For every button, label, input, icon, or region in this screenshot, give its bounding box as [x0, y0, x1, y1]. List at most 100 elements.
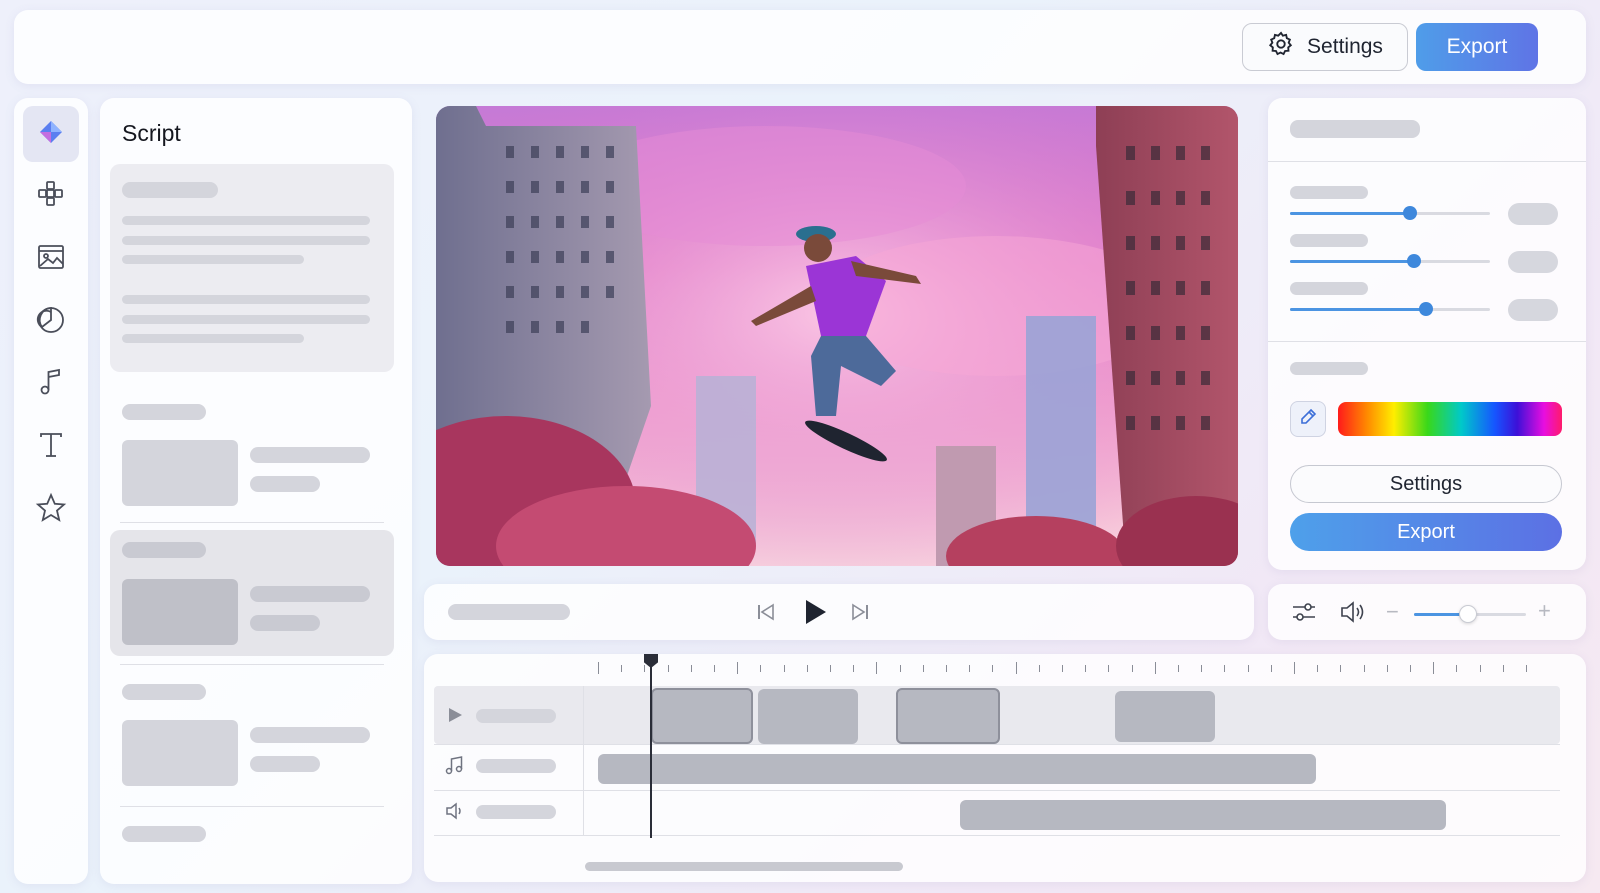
video-track-name-placeholder — [476, 709, 556, 723]
text-icon — [36, 430, 66, 465]
slider-1-knob[interactable] — [1403, 206, 1417, 220]
ruler-tick — [760, 665, 761, 672]
ruler-tick — [1294, 662, 1295, 674]
volume-icon[interactable] — [1338, 598, 1366, 631]
slider-1-fill — [1290, 212, 1410, 215]
audio-controls: − + — [1268, 584, 1586, 640]
ruler-tick — [621, 665, 622, 672]
media-icon — [36, 242, 66, 277]
slider-3-knob[interactable] — [1419, 302, 1433, 316]
divider — [434, 744, 1560, 745]
slider-label-placeholder — [1290, 282, 1368, 295]
ruler-tick — [1526, 665, 1527, 672]
script-panel-title: Script — [122, 120, 181, 146]
volume-icon[interactable] — [444, 800, 466, 827]
inspector-export-button[interactable]: Export — [1290, 513, 1562, 551]
eyedropper-button[interactable] — [1290, 401, 1326, 437]
video-clip[interactable] — [758, 689, 858, 744]
script-item-placeholder — [122, 826, 206, 842]
ruler-tick — [1456, 665, 1457, 672]
playhead-handle[interactable] — [644, 654, 658, 668]
inspector-title-placeholder — [1290, 120, 1420, 138]
ruler-tick — [1433, 662, 1434, 674]
divider — [434, 835, 1560, 836]
inspector-settings-button[interactable]: Settings — [1290, 465, 1562, 503]
rail-item-text[interactable] — [23, 419, 79, 475]
settings-button-label: Settings — [1307, 35, 1383, 58]
volume-decrease-icon[interactable]: − — [1386, 599, 1399, 625]
ruler-tick — [1178, 665, 1179, 672]
star-icon — [35, 492, 67, 529]
tool-rail — [14, 98, 88, 884]
volume-slider-knob[interactable] — [1459, 605, 1477, 623]
rail-item-layout[interactable] — [23, 168, 79, 224]
volume-increase-icon[interactable]: + — [1538, 598, 1551, 624]
divider — [1268, 341, 1586, 342]
timeline-scrollbar[interactable] — [585, 862, 903, 871]
timecode-placeholder — [448, 604, 570, 620]
slider-2-value[interactable] — [1508, 251, 1558, 273]
rail-item-effects[interactable] — [23, 294, 79, 350]
ruler-tick — [900, 665, 901, 672]
ruler-tick — [1271, 665, 1272, 672]
ruler-tick — [830, 665, 831, 672]
ruler-tick — [807, 665, 808, 672]
ruler-tick — [853, 665, 854, 672]
eyedropper-icon — [1298, 407, 1318, 432]
ruler-tick — [1039, 665, 1040, 672]
slider-2-fill — [1290, 260, 1414, 263]
preview-frame-image — [436, 106, 1238, 566]
ruler-tick — [1062, 665, 1063, 672]
color-spectrum[interactable] — [1338, 402, 1562, 436]
rail-item-brand[interactable] — [23, 106, 79, 162]
playhead[interactable] — [650, 658, 652, 838]
effects-icon — [36, 305, 66, 340]
adjust-sliders-icon[interactable] — [1290, 598, 1318, 631]
ruler-tick — [969, 665, 970, 672]
play-icon[interactable] — [798, 596, 830, 633]
rail-item-media[interactable] — [23, 231, 79, 287]
audio-clip[interactable] — [960, 800, 1446, 830]
slider-1-value[interactable] — [1508, 203, 1558, 225]
ruler-tick — [1364, 665, 1365, 672]
divider — [1268, 161, 1586, 162]
music-note-icon — [36, 367, 66, 402]
slider-label-placeholder — [1290, 234, 1368, 247]
track-play-icon[interactable] — [446, 706, 464, 729]
music-note-icon[interactable] — [444, 754, 466, 781]
ruler-tick — [1340, 665, 1341, 672]
video-preview[interactable] — [436, 106, 1238, 566]
music-track-name-placeholder — [476, 759, 556, 773]
video-clip[interactable] — [1115, 691, 1215, 742]
slider-3-value[interactable] — [1508, 299, 1558, 321]
ruler-tick — [1132, 665, 1133, 672]
export-button[interactable]: Export — [1416, 23, 1538, 71]
ruler-tick — [784, 665, 785, 672]
slider-2-knob[interactable] — [1407, 254, 1421, 268]
ruler-tick — [737, 662, 738, 674]
script-scene-item[interactable] — [110, 674, 394, 798]
rail-item-music[interactable] — [23, 356, 79, 412]
skip-back-icon[interactable] — [754, 600, 778, 629]
skip-forward-icon[interactable] — [848, 600, 872, 629]
divider — [120, 664, 384, 665]
ruler-tick — [992, 665, 993, 672]
script-scene-item-selected[interactable] — [110, 530, 394, 656]
script-paragraph-block[interactable] — [110, 164, 394, 372]
gear-icon — [1267, 30, 1295, 64]
ruler-tick — [1410, 665, 1411, 672]
ruler-tick — [644, 665, 645, 672]
track-header-divider — [583, 686, 584, 836]
video-clip[interactable] — [651, 688, 753, 744]
rail-item-favorites[interactable] — [23, 482, 79, 538]
ruler-tick — [876, 662, 877, 674]
settings-button[interactable]: Settings — [1242, 23, 1408, 71]
top-bar: Settings Export — [14, 10, 1586, 84]
script-scene-item[interactable] — [110, 394, 394, 518]
video-clip[interactable] — [896, 688, 1000, 744]
ruler-tick — [1155, 662, 1156, 674]
music-clip[interactable] — [598, 754, 1316, 784]
color-label-placeholder — [1290, 362, 1368, 375]
timeline — [424, 654, 1586, 882]
ruler-tick — [1248, 665, 1249, 672]
